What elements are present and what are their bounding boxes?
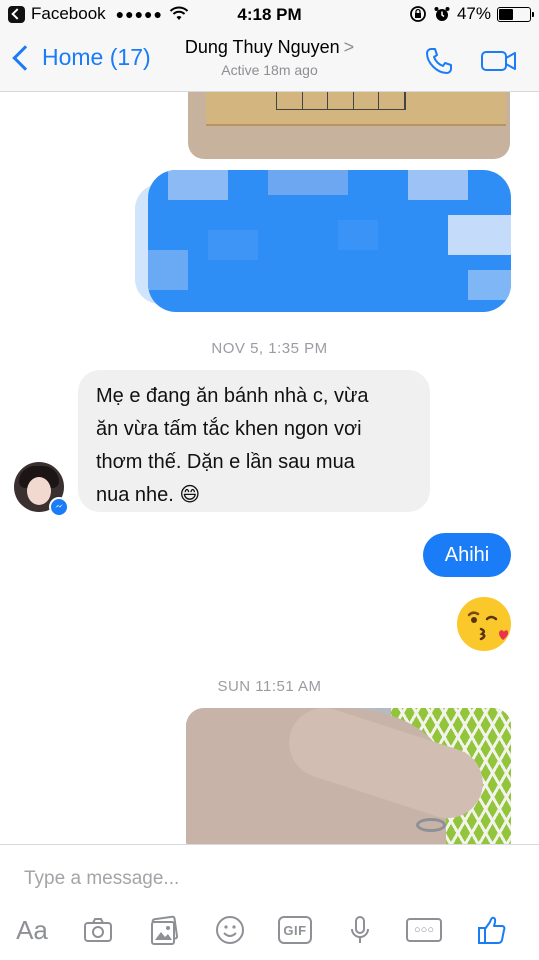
messenger-badge-icon [49,497,69,517]
blur-pixel [338,220,378,250]
message-input[interactable] [24,865,504,893]
chevron-right-icon: > [343,37,355,57]
camera-icon[interactable] [80,913,116,947]
label-cell [379,92,405,109]
text-format-icon[interactable]: Aa [14,913,50,947]
emoji-icon[interactable] [212,913,248,947]
gif-icon: GIF [278,916,312,944]
wifi-icon [169,6,189,20]
back-to-app-icon[interactable] [8,5,25,23]
blur-pixel [268,170,348,195]
video-camera-icon[interactable] [479,45,519,77]
gallery-icon[interactable] [146,913,182,947]
message-line: thơm thế. Dặn e lần sau mua [96,451,355,473]
header-actions [423,45,519,77]
phone-icon[interactable] [423,45,455,77]
status-left: Facebook ●●●●● [8,4,189,24]
more-icon: ○○○ [406,918,442,942]
label-cell [303,92,329,109]
messenger-bolt-icon [55,504,63,508]
message-list[interactable]: NOV 5, 1:35 PM Mẹ e đang ăn bánh nhà c, … [0,92,539,844]
timestamp-separator: NOV 5, 1:35 PM [211,340,328,357]
message-line: Mẹ e đang ăn bánh nhà c, vừa [96,385,369,407]
status-right: 47% [409,4,534,24]
blur-pixel [208,230,258,260]
composer-toolbar: Aa GIF ○○○ [0,905,539,955]
blur-pixel [148,250,188,290]
gallery-glyph [151,915,179,945]
label-cell [328,92,354,109]
photo-ring [416,818,446,832]
more-button[interactable]: ○○○ [406,913,442,947]
photo-top-box [206,92,506,126]
label-cell [354,92,380,109]
message-line: ăn vừa tấm tắc khen ngon vơi [96,418,362,440]
timestamp-separator: SUN 11:51 AM [217,678,322,695]
label-cell [277,92,303,109]
outgoing-message-bubble[interactable]: Ahihi [423,533,511,577]
camera-glyph [84,918,112,942]
gif-button[interactable]: GIF [277,913,313,947]
blur-pixel [408,170,468,200]
received-photo[interactable] [186,708,511,844]
sent-photo-top[interactable] [188,92,510,159]
battery-percent: 47% [456,4,491,23]
emoji-glyph [216,916,244,944]
battery-icon [497,6,534,22]
photo-top-label [276,92,406,110]
composer: Aa GIF ○○○ [0,844,539,960]
kiss-emoji-icon[interactable] [455,595,513,653]
alarm-icon [434,7,450,21]
like-icon[interactable] [474,913,510,947]
incoming-message-bubble[interactable]: Mẹ e đang ăn bánh nhà c, vừa ăn vừa tấm … [78,370,430,512]
signal-strength: ●●●●● [115,6,163,22]
contact-name: Dung Thuy Nguyen [184,37,340,57]
blur-pixel [468,270,511,300]
blurred-outgoing-message[interactable] [148,170,511,312]
conversation-header: Home (17) Dung Thuy Nguyen > Active 18m a… [0,30,539,92]
back-to-app-label[interactable]: Facebook [31,4,106,24]
microphone-glyph [351,916,369,943]
avatar-face [27,477,51,505]
status-bar: Facebook ●●●●● 4:18 PM 47% [0,0,539,30]
thumbs-up-glyph [478,916,506,944]
rotation-lock-icon [410,6,426,22]
blur-pixel [448,215,511,255]
blur-pixel [168,170,228,200]
microphone-icon[interactable] [342,913,378,947]
message-line: nua nhe. 😄 [96,484,201,506]
